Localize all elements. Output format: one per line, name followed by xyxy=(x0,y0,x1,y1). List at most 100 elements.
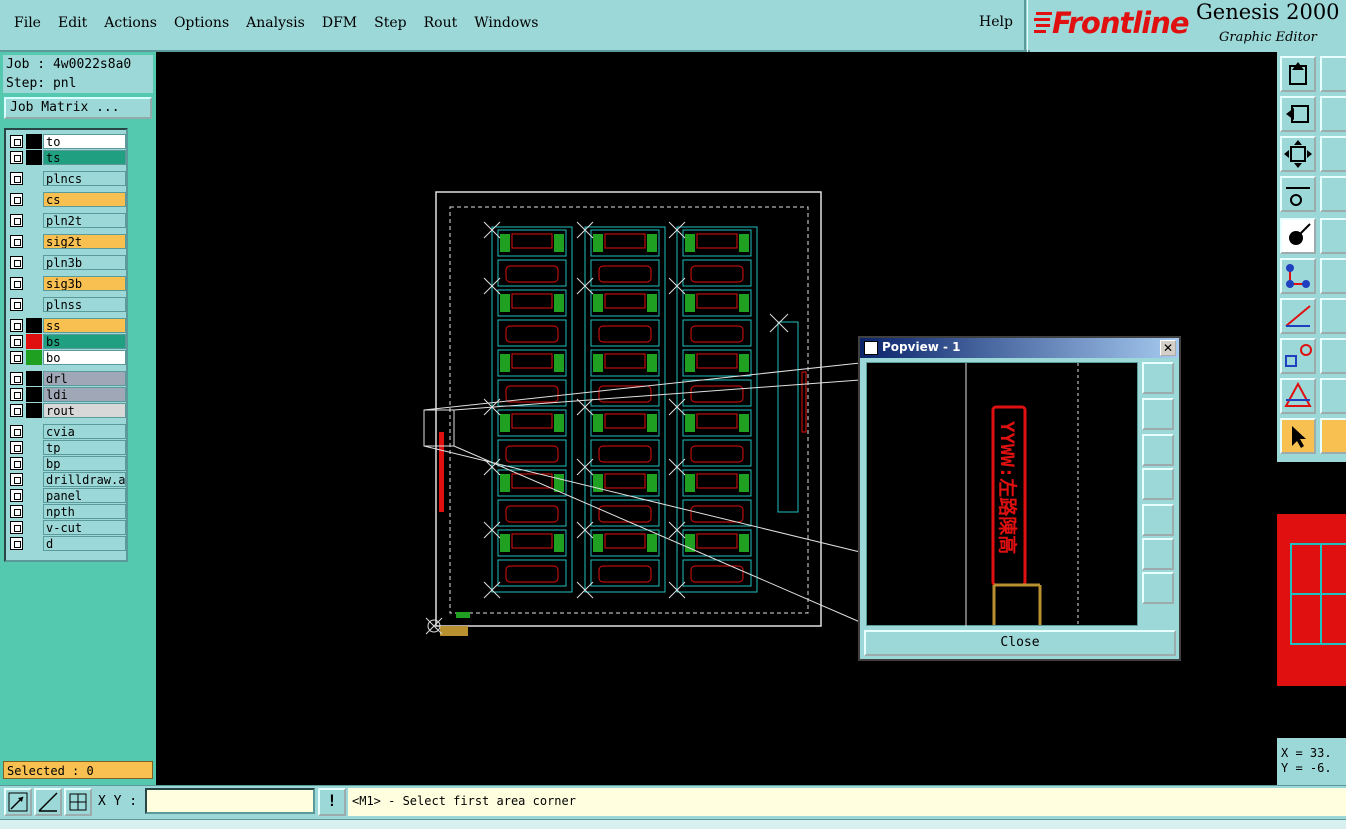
snap-angle-button[interactable] xyxy=(34,788,62,816)
layer-name[interactable]: cs xyxy=(43,192,126,207)
layer-name[interactable]: to xyxy=(43,134,126,149)
layer-row-plnss[interactable]: plnss xyxy=(8,297,126,312)
layer-checkbox[interactable] xyxy=(10,214,23,227)
xy-coordinate-input[interactable] xyxy=(145,788,315,814)
zoom-down-button[interactable] xyxy=(1320,56,1346,92)
layer-name[interactable]: plnss xyxy=(43,297,126,312)
layer-color-swatch[interactable] xyxy=(26,504,42,519)
layer-color-swatch[interactable] xyxy=(26,456,42,471)
snap-mode-button[interactable] xyxy=(4,788,32,816)
angle-tool-button[interactable] xyxy=(1280,298,1316,334)
layer-checkbox[interactable] xyxy=(10,298,23,311)
layer-name[interactable]: bs xyxy=(43,334,126,349)
layer-name[interactable]: drilldraw.ar xyxy=(43,472,126,487)
layer-name[interactable]: panel xyxy=(43,488,126,503)
layer-checkbox[interactable] xyxy=(10,425,23,438)
layer-checkbox[interactable] xyxy=(10,489,23,502)
layer-row-v-cut[interactable]: v-cut xyxy=(8,520,126,535)
layer-checkbox[interactable] xyxy=(10,388,23,401)
layer-name[interactable]: sig3b xyxy=(43,276,126,291)
overview-map[interactable] xyxy=(1277,462,1346,738)
layer-row-panel[interactable]: panel xyxy=(8,488,126,503)
zoom-fit-button[interactable] xyxy=(1280,136,1316,172)
layer-color-swatch[interactable] xyxy=(26,403,42,418)
layer-name[interactable]: plncs xyxy=(43,171,126,186)
layer-checkbox[interactable] xyxy=(10,505,23,518)
layer-color-swatch[interactable] xyxy=(26,472,42,487)
layer-color-swatch[interactable] xyxy=(26,387,42,402)
layer-name[interactable]: drl xyxy=(43,371,126,386)
layer-checkbox[interactable] xyxy=(10,235,23,248)
measure-button[interactable] xyxy=(1280,176,1316,212)
window-system-icon[interactable] xyxy=(864,341,878,355)
layer-name[interactable]: sig2t xyxy=(43,234,126,249)
layer-name[interactable]: ss xyxy=(43,318,126,333)
layer-color-swatch[interactable] xyxy=(26,318,42,333)
popview-zoom-in-button[interactable] xyxy=(1142,538,1174,570)
grid-snap-button[interactable] xyxy=(64,788,92,816)
layer-color-swatch[interactable] xyxy=(26,488,42,503)
popview-canvas[interactable]: YYWW:左路陳高 xyxy=(866,362,1138,627)
layer-color-swatch[interactable] xyxy=(26,234,42,249)
layer-name[interactable]: tp xyxy=(43,440,126,455)
layer-color-swatch[interactable] xyxy=(26,276,42,291)
layer-checkbox[interactable] xyxy=(10,473,23,486)
menu-step[interactable]: Step xyxy=(374,14,406,32)
layer-name[interactable]: pln2t xyxy=(43,213,126,228)
layer-row-npth[interactable]: npth xyxy=(8,504,126,519)
job-matrix-button[interactable]: Job Matrix ... xyxy=(4,97,152,119)
layer-row-rout[interactable]: rout xyxy=(8,403,126,418)
layer-name[interactable]: v-cut xyxy=(43,520,126,535)
zoom-center-button[interactable] xyxy=(1320,136,1346,172)
menu-windows[interactable]: Windows xyxy=(474,14,538,32)
menu-analysis[interactable]: Analysis xyxy=(246,14,305,32)
layer-color-swatch[interactable] xyxy=(26,134,42,149)
layer-name[interactable]: rout xyxy=(43,403,126,418)
pan-right-button[interactable] xyxy=(1320,96,1346,132)
pan-left-button[interactable] xyxy=(1280,96,1316,132)
segment-tool-button[interactable] xyxy=(1320,338,1346,374)
layer-checkbox[interactable] xyxy=(10,135,23,148)
layer-row-drilldraw.ar[interactable]: drilldraw.ar xyxy=(8,472,126,487)
layer-color-swatch[interactable] xyxy=(26,150,42,165)
layer-color-swatch[interactable] xyxy=(26,536,42,551)
layer-row-to[interactable]: to xyxy=(8,134,126,149)
select-box-button[interactable] xyxy=(1320,418,1346,454)
layer-name[interactable]: d xyxy=(43,536,126,551)
layer-checkbox[interactable] xyxy=(10,151,23,164)
layer-row-ss[interactable]: ss xyxy=(8,318,126,333)
layer-row-sig3b[interactable]: sig3b xyxy=(8,276,126,291)
arrow-tool-button[interactable] xyxy=(1320,298,1346,334)
layer-row-bp[interactable]: bp xyxy=(8,456,126,471)
layer-name[interactable]: bp xyxy=(43,456,126,471)
layer-checkbox[interactable] xyxy=(10,372,23,385)
layer-name[interactable]: cvia xyxy=(43,424,126,439)
popview-zoom-out-button[interactable] xyxy=(1142,572,1174,604)
layer-color-swatch[interactable] xyxy=(26,440,42,455)
popview-pan-down-button[interactable] xyxy=(1142,434,1174,466)
net-tool-button[interactable] xyxy=(1280,258,1316,294)
layer-color-swatch[interactable] xyxy=(26,334,42,349)
layer-name[interactable]: bo xyxy=(43,350,126,365)
layer-checkbox[interactable] xyxy=(10,404,23,417)
layer-checkbox[interactable] xyxy=(10,441,23,454)
layer-row-d[interactable]: d xyxy=(8,536,126,551)
layer-checkbox[interactable] xyxy=(10,537,23,550)
layer-name[interactable]: ts xyxy=(43,150,126,165)
layer-checkbox[interactable] xyxy=(10,319,23,332)
layer-row-ldi[interactable]: ldi xyxy=(8,387,126,402)
layer-checkbox[interactable] xyxy=(10,521,23,534)
layer-color-swatch[interactable] xyxy=(26,255,42,270)
layer-color-swatch[interactable] xyxy=(26,192,42,207)
popview-refresh-button[interactable] xyxy=(1142,362,1174,394)
layer-row-bs[interactable]: bs xyxy=(8,334,126,349)
layer-name[interactable]: npth xyxy=(43,504,126,519)
help-menu[interactable]: Help xyxy=(979,14,1013,30)
layer-row-plncs[interactable]: plncs xyxy=(8,171,126,186)
feature-select-button[interactable] xyxy=(1280,218,1316,254)
layer-checkbox[interactable] xyxy=(10,277,23,290)
layer-scrollbar[interactable] xyxy=(130,128,154,562)
layer-row-tp[interactable]: tp xyxy=(8,440,126,455)
select-pointer-button[interactable] xyxy=(1280,418,1316,454)
menu-edit[interactable]: Edit xyxy=(58,14,87,32)
